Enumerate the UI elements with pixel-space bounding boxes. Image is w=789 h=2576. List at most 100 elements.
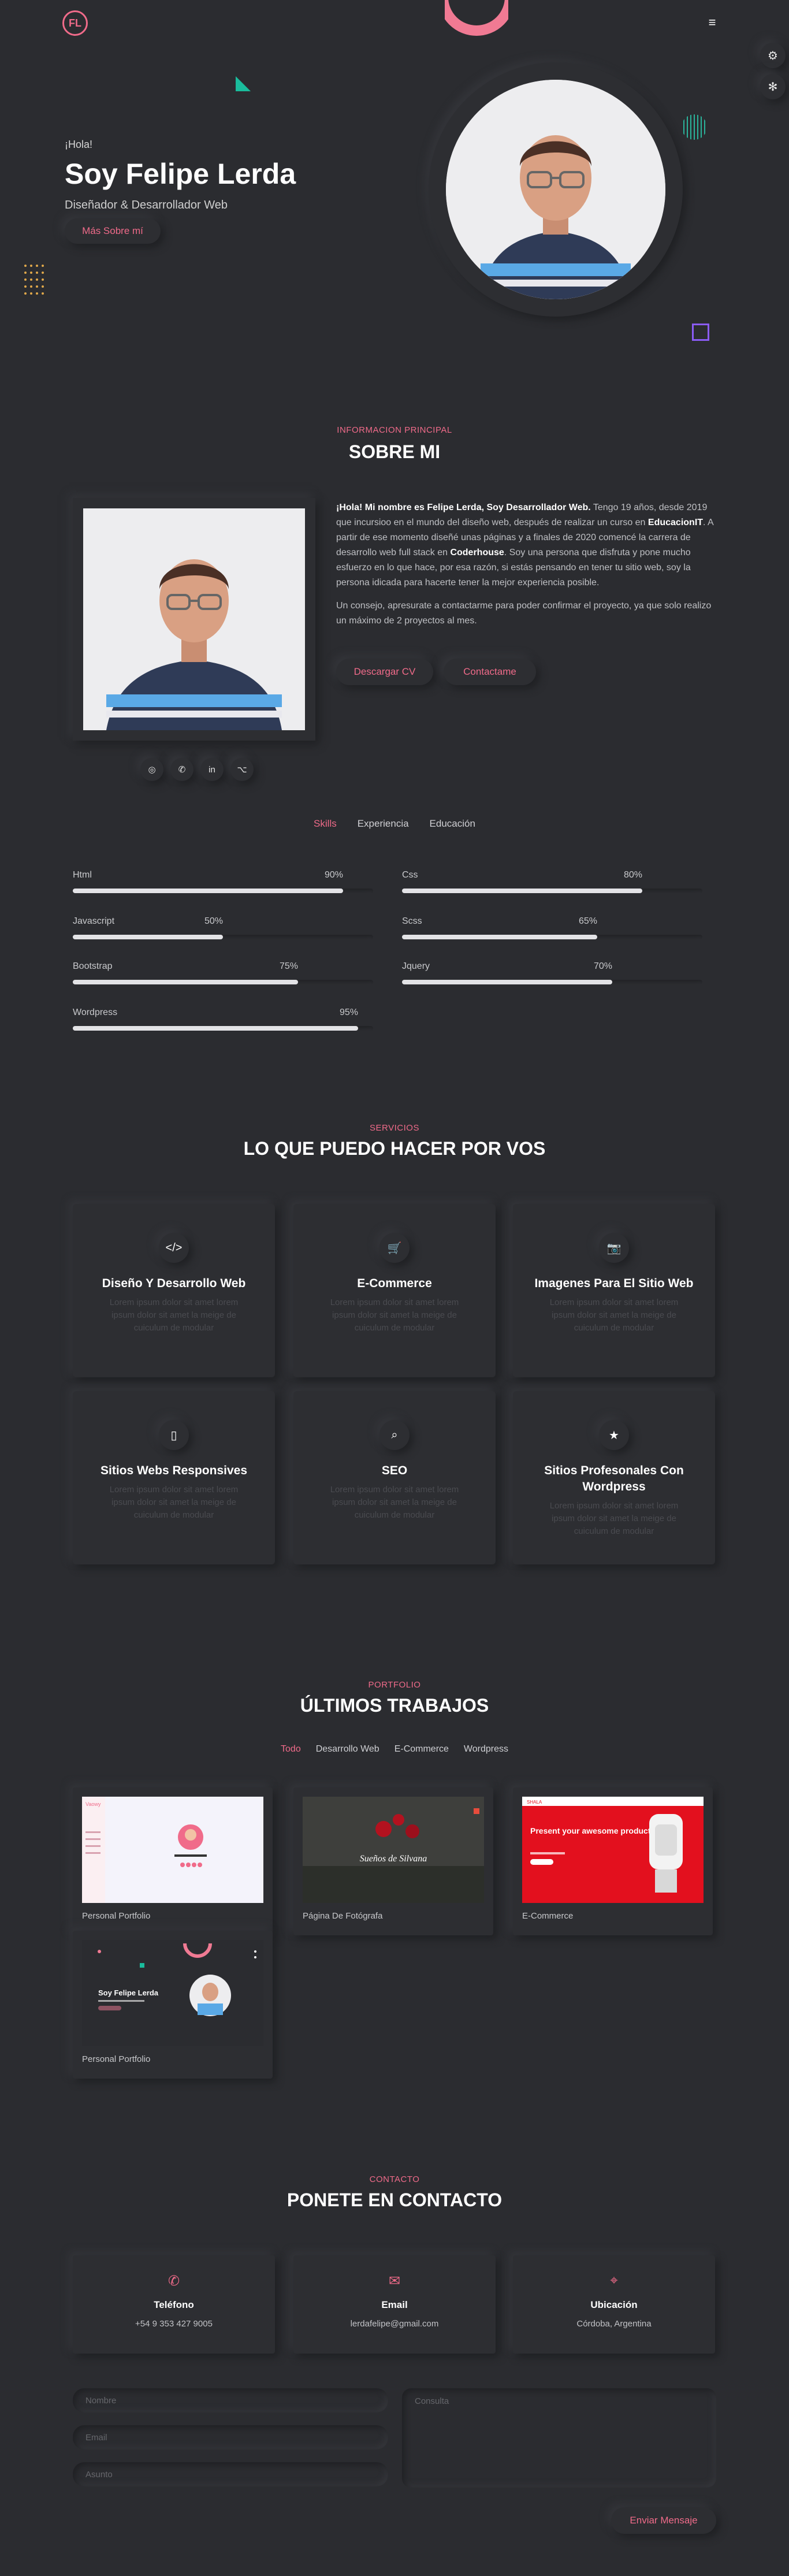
more-about-button[interactable]: Más Sobre mí <box>65 218 161 244</box>
filter-ecommerce[interactable]: E-Commerce <box>394 1744 449 1754</box>
contact-box-value[interactable]: +54 9 353 427 9005 <box>73 2319 275 2329</box>
email-input[interactable]: Email <box>73 2425 388 2449</box>
skill-bar-track <box>73 889 373 893</box>
contact-me-button[interactable]: Contactame <box>444 659 536 685</box>
contact-email-box: ✉ Email lerdafelipe@gmail.com <box>293 2255 496 2354</box>
skill-percent: 80% <box>623 870 642 880</box>
settings-gear-icon[interactable]: ⚙ <box>760 43 786 68</box>
dots-decoration <box>24 265 44 295</box>
skill-percent: 50% <box>204 916 223 926</box>
hero-subtitle: Diseñador & Desarrollador Web <box>65 199 228 211</box>
skill-bar-track <box>73 980 373 984</box>
about-educacionit: EducacionIT <box>647 518 704 527</box>
services-kicker: SERVICIOS <box>370 1123 419 1133</box>
filter-desarrollo-web[interactable]: Desarrollo Web <box>316 1744 379 1754</box>
skill-percent: 90% <box>324 870 343 880</box>
theme-gear-icon[interactable]: ✻ <box>760 74 786 99</box>
about-advice: Un consejo, apresurate a contactarme par… <box>336 601 712 626</box>
service-text: Lorem ipsum dolor sit amet lorem ipsum d… <box>330 1485 459 1520</box>
skill-bar-fill <box>73 980 298 984</box>
message-textarea[interactable]: Consulta <box>402 2388 716 2488</box>
tab-experiencia[interactable]: Experiencia <box>358 818 409 830</box>
contact-location-box: ⌖ Ubicación Córdoba, Argentina <box>513 2255 715 2354</box>
portfolio-thumbnail: SHALA Present your awesome product <box>522 1797 704 1903</box>
service-title: Imagenes Para El Sitio Web <box>534 1277 694 1290</box>
menu-icon[interactable]: ≡ <box>704 14 721 31</box>
contact-box-title: Teléfono <box>154 2299 194 2310</box>
thumb-caption: Soy Felipe Lerda <box>98 1988 159 1997</box>
service-title: SEO <box>381 1464 408 1477</box>
service-text: Lorem ipsum dolor sit amet lorem ipsum d… <box>330 1298 459 1333</box>
send-message-button[interactable]: Enviar Mensaje <box>611 2507 716 2534</box>
cart-icon: 🛒 <box>379 1233 410 1263</box>
contact-box-title: Ubicación <box>590 2299 638 2310</box>
portfolio-card[interactable]: SHALA Present your awesome product E-Com… <box>513 1787 713 1935</box>
skill-name: Javascript <box>73 916 115 926</box>
download-cv-button[interactable]: Descargar CV <box>336 659 433 685</box>
skill-item: Html 90% <box>73 870 373 893</box>
tab-educacion[interactable]: Educación <box>430 818 475 830</box>
github-icon[interactable]: ⌥ <box>230 758 254 781</box>
filter-wordpress[interactable]: Wordpress <box>464 1744 508 1754</box>
instagram-icon[interactable]: ◎ <box>140 758 163 781</box>
skill-name: Bootstrap <box>73 961 113 971</box>
skill-bar-fill <box>73 889 343 893</box>
logo[interactable]: FL <box>62 10 88 36</box>
skill-bar-track <box>402 889 702 893</box>
skill-header: Html 90% <box>73 870 373 880</box>
mobile-icon: ▯ <box>159 1420 189 1450</box>
tab-skills[interactable]: Skills <box>314 818 337 830</box>
phone-icon: ✆ <box>168 2273 180 2289</box>
about-paragraph: ¡Hola! Mi nombre es Felipe Lerda, Soy De… <box>336 500 717 590</box>
whatsapp-icon[interactable]: ✆ <box>170 758 193 781</box>
skill-item: Css 80% <box>402 870 702 893</box>
contact-kicker: CONTACTO <box>369 2174 420 2184</box>
portfolio-card[interactable]: Sueños de Silvana Página De Fotógrafa <box>293 1787 493 1935</box>
skill-item: Bootstrap 75% <box>73 961 373 984</box>
skill-percent: 70% <box>593 961 612 971</box>
striped-circle-decoration <box>683 114 705 140</box>
service-text: Lorem ipsum dolor sit amet lorem ipsum d… <box>549 1501 679 1536</box>
skill-bar-track <box>73 935 373 939</box>
skill-bar-fill <box>402 889 642 893</box>
map-pin-icon: ⌖ <box>610 2273 618 2288</box>
service-title: Sitios Webs Responsives <box>100 1464 248 1477</box>
linkedin-icon[interactable]: in <box>200 758 224 781</box>
services-title: LO QUE PUEDO HACER POR VOS <box>243 1138 546 1159</box>
portfolio-card[interactable]: Vaowy Personal Portfolio <box>73 1787 273 1935</box>
name-input[interactable]: Nombre <box>73 2388 388 2413</box>
service-title: Sitios Profesonales Con Wordpress <box>544 1464 684 1493</box>
skill-item: Jquery 70% <box>402 961 702 984</box>
green-triangle-decoration <box>236 76 251 91</box>
thumb-caption: Sueños de Silvana <box>360 1854 427 1864</box>
filter-todo[interactable]: Todo <box>281 1744 301 1754</box>
star-icon: ★ <box>599 1420 629 1450</box>
skill-header: Javascript 50% <box>73 916 373 927</box>
portfolio-filters: Todo Desarrollo Web E-Commerce Wordpress <box>0 1744 789 1754</box>
about-photo-frame <box>73 498 315 741</box>
service-card: ★ Sitios Profesonales Con Wordpress Lore… <box>513 1391 715 1564</box>
service-text: Lorem ipsum dolor sit amet lorem ipsum d… <box>109 1485 239 1520</box>
skill-percent: 95% <box>339 1008 358 1017</box>
contact-box-value[interactable]: lerdafelipe@gmail.com <box>293 2319 496 2329</box>
skill-name: Scss <box>402 916 422 926</box>
subject-input[interactable]: Asunto <box>73 2462 388 2486</box>
portfolio-card[interactable]: Soy Felipe Lerda Personal Portfolio <box>73 1931 273 2079</box>
search-icon: ⌕ <box>379 1420 410 1450</box>
about-title: SOBRE MI <box>348 441 441 462</box>
skill-bar-fill <box>402 980 612 984</box>
skill-name: Jquery <box>402 961 430 971</box>
hero-avatar <box>446 80 665 299</box>
skill-percent: 75% <box>279 961 298 971</box>
contact-title: PONETE EN CONTACTO <box>286 2190 503 2210</box>
skill-percent: 65% <box>578 916 597 926</box>
contact-box-title: Email <box>381 2299 408 2310</box>
portfolio-thumbnail: Soy Felipe Lerda <box>82 1940 263 2046</box>
service-title: Diseño Y Desarrollo Web <box>102 1277 246 1290</box>
hero-photo-frame <box>429 62 683 317</box>
about-tabs: Skills Experiencia Educación <box>0 818 789 830</box>
skill-item: Wordpress 95% <box>73 1008 373 1031</box>
code-icon: </> <box>159 1233 189 1263</box>
svg-text:Vaowy: Vaowy <box>85 1801 101 1807</box>
hero-name: Soy Felipe Lerda <box>65 158 296 190</box>
